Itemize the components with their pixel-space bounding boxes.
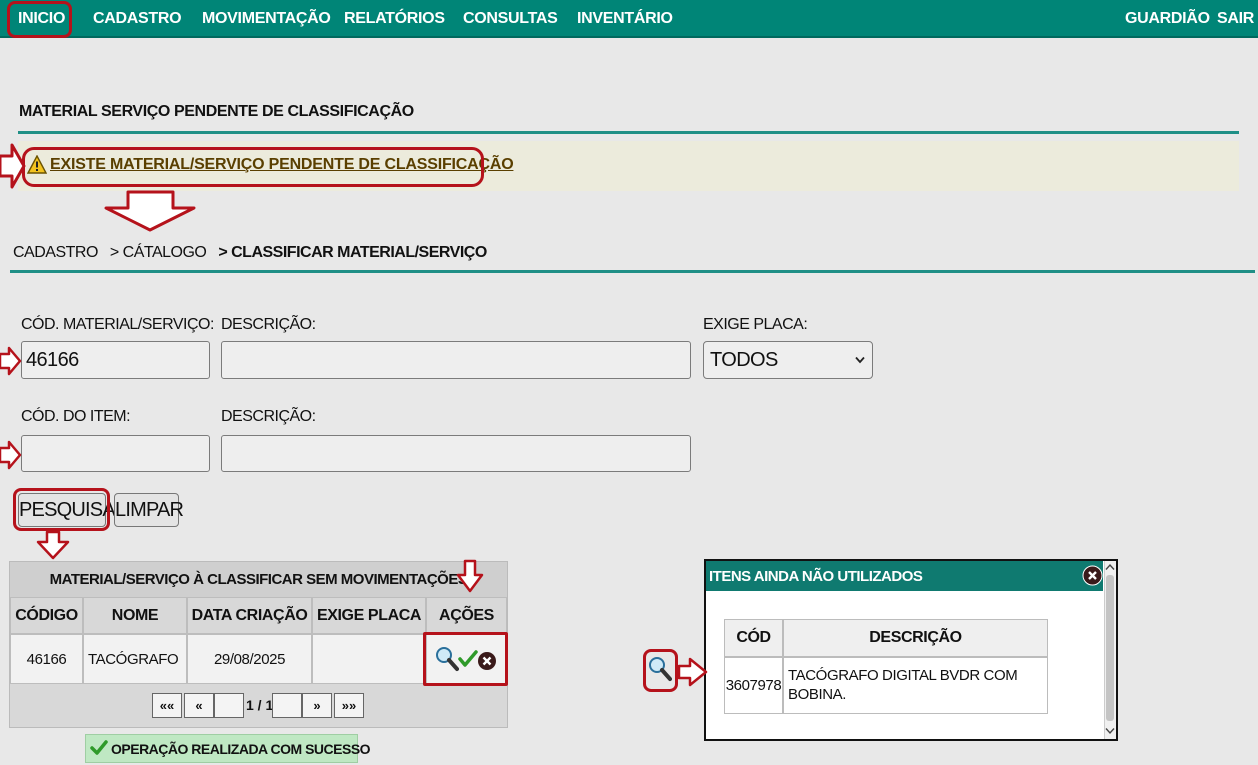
- check-icon: [90, 740, 108, 755]
- nav-cadastro[interactable]: CADASTRO: [93, 10, 182, 28]
- nav-relatorios[interactable]: RELATÓRIOS: [344, 10, 445, 28]
- popup-column-cod: CÓD: [724, 619, 783, 657]
- descricao-input[interactable]: [221, 341, 691, 379]
- scroll-down-icon[interactable]: [1105, 727, 1115, 735]
- highlight-actions: [423, 632, 508, 686]
- success-text: OPERAÇÃO REALIZADA COM SUCESSO: [111, 741, 371, 757]
- divider: [10, 270, 1255, 273]
- descricao-label: DESCRIÇÃO:: [221, 316, 316, 333]
- chevron-down-icon: [855, 356, 865, 364]
- column-header-exige-placa[interactable]: EXIGE PLACA: [312, 597, 426, 634]
- arrow-annotation: [0, 143, 26, 189]
- column-header-acoes: AÇÕES: [426, 597, 507, 634]
- cell-data-criacao: 29/08/2025: [187, 634, 312, 684]
- popup-cell-cod: 3607978: [724, 657, 783, 714]
- highlight-alert: [22, 147, 484, 187]
- pagination-last-button[interactable]: »»: [334, 693, 364, 718]
- popup-descricao-line1: TACÓGRAFO DIGITAL BVDR COM: [788, 667, 1018, 684]
- results-title: MATERIAL/SERVIÇO À CLASSIFICAR SEM MOVIM…: [10, 562, 507, 597]
- exige-placa-value: TODOS: [710, 349, 778, 371]
- nav-guardiao[interactable]: GUARDIÃO: [1125, 10, 1210, 28]
- pagination-prev-button[interactable]: «: [184, 693, 214, 718]
- breadcrumb-current: > CLASSIFICAR MATERIAL/SERVIÇO: [218, 244, 487, 261]
- column-header-codigo[interactable]: CÓDIGO: [10, 597, 83, 634]
- page-input[interactable]: [214, 693, 244, 718]
- popup-header: ITENS AINDA NÃO UTILIZADOS: [706, 561, 1103, 591]
- top-nav: INICIO CADASTRO MOVIMENTAÇÃO RELATÓRIOS …: [0, 0, 1258, 38]
- nav-sair[interactable]: SAIR: [1217, 10, 1254, 28]
- pagination-next-button[interactable]: »: [302, 693, 332, 718]
- success-message: OPERAÇÃO REALIZADA COM SUCESSO: [85, 734, 371, 763]
- arrow-annotation: [0, 440, 22, 470]
- popup-title: ITENS AINDA NÃO UTILIZADOS: [709, 568, 923, 585]
- breadcrumb: CADASTRO > CÁTALOGO > CLASSIFICAR MATERI…: [13, 244, 487, 262]
- pending-title: MATERIAL SERVIÇO PENDENTE DE CLASSIFICAÇ…: [19, 103, 414, 120]
- nav-inventario[interactable]: INVENTÁRIO: [577, 10, 673, 28]
- breadcrumb-catalogo[interactable]: > CÁTALOGO: [110, 244, 207, 261]
- popup-descricao-line2: BOBINA.: [788, 686, 847, 703]
- cod-material-input[interactable]: 46166: [21, 341, 210, 379]
- descricao-item-input[interactable]: [221, 435, 691, 472]
- popup-column-descricao: DESCRIÇÃO: [783, 619, 1048, 657]
- highlight-popup-search: [643, 649, 678, 692]
- breadcrumb-cadastro[interactable]: CADASTRO: [13, 244, 98, 261]
- nav-consultas[interactable]: CONSULTAS: [463, 10, 558, 28]
- page-indicator: 1 / 1: [246, 697, 274, 713]
- exige-placa-select[interactable]: TODOS: [703, 341, 873, 379]
- column-header-nome[interactable]: NOME: [83, 597, 187, 634]
- cell-codigo: 46166: [10, 634, 83, 684]
- nav-movimentacao[interactable]: MOVIMENTAÇÃO: [202, 10, 331, 28]
- close-icon[interactable]: [1082, 565, 1103, 586]
- cod-item-input[interactable]: [21, 435, 210, 472]
- cell-nome: TACÓGRAFO: [83, 634, 187, 684]
- pagination-first-button[interactable]: ««: [152, 693, 182, 718]
- page-size-input[interactable]: [272, 693, 302, 718]
- popup-scrollbar-thumb[interactable]: [1106, 575, 1114, 721]
- cod-material-label: CÓD. MATERIAL/SERVIÇO:: [21, 316, 214, 333]
- popup-cell-descricao: TACÓGRAFO DIGITAL BVDR COM BOBINA.: [783, 657, 1048, 714]
- highlight-search-button: [13, 488, 110, 531]
- arrow-annotation: [0, 346, 22, 376]
- highlight-inicio: [7, 1, 72, 38]
- cell-exige-placa: [312, 634, 426, 684]
- cod-item-label: CÓD. DO ITEM:: [21, 408, 131, 425]
- column-header-data-criacao[interactable]: DATA CRIAÇÃO: [187, 597, 312, 634]
- arrow-annotation: [678, 657, 708, 687]
- clear-button[interactable]: LIMPAR: [114, 493, 184, 527]
- arrow-annotation: [456, 559, 484, 593]
- exige-placa-label: EXIGE PLACA:: [703, 316, 808, 333]
- descricao-item-label: DESCRIÇÃO:: [221, 408, 316, 425]
- arrow-annotation: [104, 190, 196, 232]
- scroll-up-icon[interactable]: [1105, 563, 1115, 571]
- arrow-annotation: [36, 530, 70, 560]
- divider: [18, 131, 1239, 134]
